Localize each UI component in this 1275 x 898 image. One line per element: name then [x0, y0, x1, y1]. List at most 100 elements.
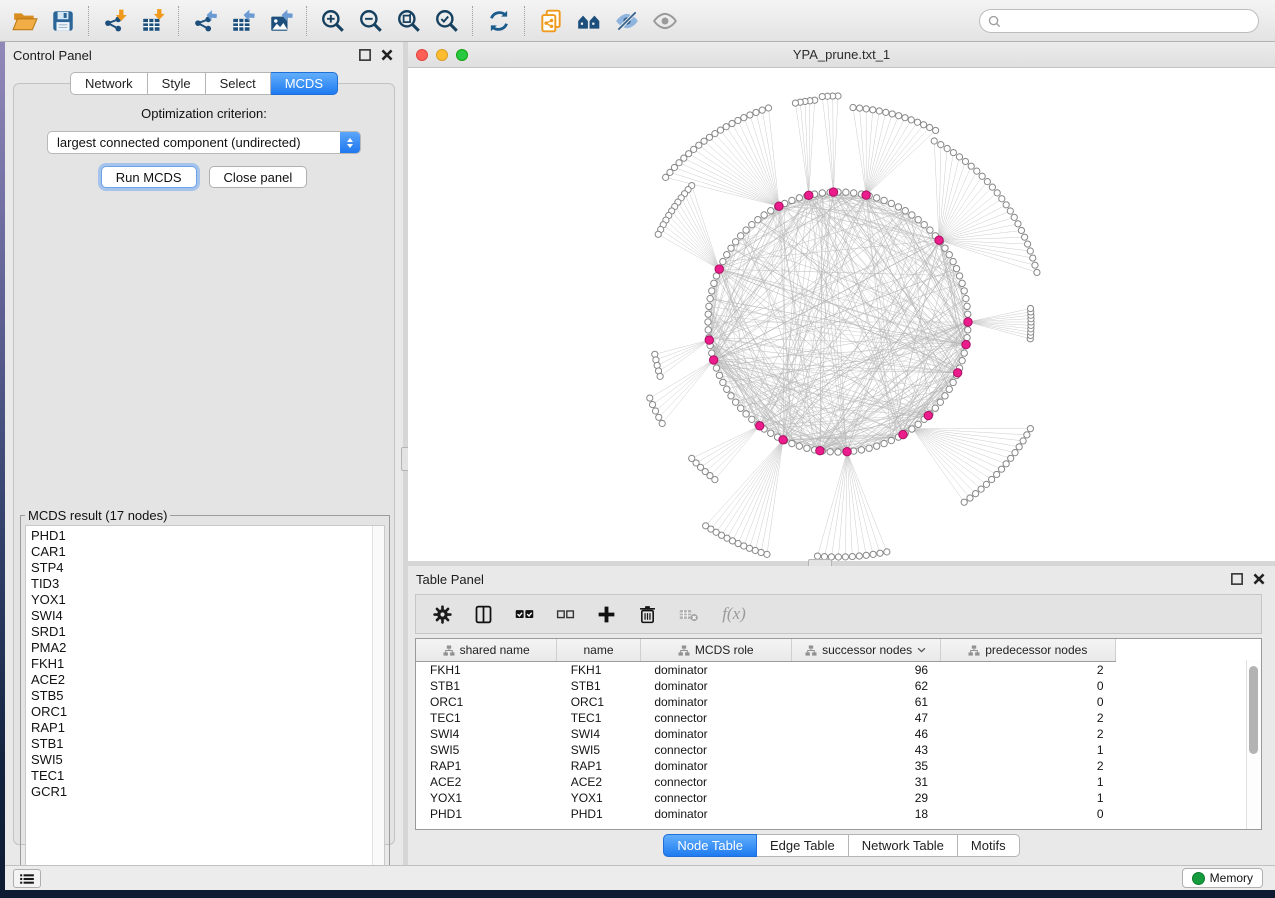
cell-predecessor-nodes[interactable]: 2 [940, 758, 1115, 774]
cell-name[interactable]: PHD1 [557, 806, 641, 822]
mcds-result-item[interactable]: SWI4 [31, 608, 384, 624]
run-mcds-button[interactable]: Run MCDS [101, 166, 197, 188]
table-scrollbar-thumb[interactable] [1249, 666, 1258, 754]
mcds-result-item[interactable]: SWI5 [31, 752, 384, 768]
cell-successor-nodes[interactable]: 96 [791, 662, 940, 679]
cell-name[interactable]: SWI5 [557, 742, 641, 758]
show-all-button[interactable] [646, 4, 684, 38]
minimize-window-icon[interactable] [436, 49, 448, 61]
network-graph[interactable] [408, 68, 1275, 561]
cell-MCDS-role[interactable]: connector [640, 774, 791, 790]
table-row[interactable]: SWI4SWI4dominator462 [416, 726, 1116, 742]
table-row[interactable]: ACE2ACE2connector311 [416, 774, 1116, 790]
zoom-fit-button[interactable] [390, 4, 428, 38]
zoom-window-icon[interactable] [456, 49, 468, 61]
tab-network-table[interactable]: Network Table [849, 834, 958, 857]
cell-successor-nodes[interactable]: 18 [791, 806, 940, 822]
cell-name[interactable]: RAP1 [557, 758, 641, 774]
cell-shared-name[interactable]: ACE2 [416, 774, 557, 790]
column-header-predecessor-nodes[interactable]: predecessor nodes [940, 639, 1115, 662]
cell-predecessor-nodes[interactable]: 1 [940, 774, 1115, 790]
mcds-result-item[interactable]: YOX1 [31, 592, 384, 608]
zoom-out-button[interactable] [352, 4, 390, 38]
tab-node-table[interactable]: Node Table [663, 834, 757, 857]
export-table-button[interactable] [224, 4, 262, 38]
cell-predecessor-nodes[interactable]: 0 [940, 806, 1115, 822]
cell-shared-name[interactable]: PHD1 [416, 806, 557, 822]
mcds-result-item[interactable]: PMA2 [31, 640, 384, 656]
mcds-result-item[interactable]: GCR1 [31, 784, 384, 800]
tab-style[interactable]: Style [148, 72, 206, 95]
mcds-result-item[interactable]: ORC1 [31, 704, 384, 720]
cell-predecessor-nodes[interactable]: 0 [940, 694, 1115, 710]
mcds-result-item[interactable]: PHD1 [31, 528, 384, 544]
mcds-result-item[interactable]: FKH1 [31, 656, 384, 672]
cell-name[interactable]: FKH1 [557, 662, 641, 679]
optimization-criterion-select[interactable]: largest connected component (undirected) [47, 131, 361, 154]
cell-name[interactable]: STB1 [557, 678, 641, 694]
result-list-scrollbar[interactable] [372, 526, 384, 876]
table-row[interactable]: STB1STB1dominator620 [416, 678, 1116, 694]
cell-predecessor-nodes[interactable]: 1 [940, 790, 1115, 806]
cell-successor-nodes[interactable]: 35 [791, 758, 940, 774]
search-input[interactable] [1006, 11, 1258, 31]
float-table-panel-icon[interactable] [1229, 571, 1245, 587]
delete-columns-button[interactable] [635, 602, 659, 626]
close-window-icon[interactable] [416, 49, 428, 61]
cell-shared-name[interactable]: SWI5 [416, 742, 557, 758]
export-network-button[interactable] [186, 4, 224, 38]
column-header-name[interactable]: name [557, 639, 641, 662]
cell-MCDS-role[interactable]: dominator [640, 806, 791, 822]
cell-name[interactable]: YOX1 [557, 790, 641, 806]
table-row[interactable]: FKH1FKH1dominator962 [416, 662, 1116, 679]
cell-predecessor-nodes[interactable]: 2 [940, 662, 1115, 679]
task-history-button[interactable] [13, 869, 41, 888]
network-canvas[interactable] [408, 68, 1275, 561]
memory-button[interactable]: Memory [1182, 868, 1263, 888]
close-table-panel-icon[interactable] [1251, 571, 1267, 587]
mcds-result-item[interactable]: STP4 [31, 560, 384, 576]
cell-successor-nodes[interactable]: 29 [791, 790, 940, 806]
cell-shared-name[interactable]: SWI4 [416, 726, 557, 742]
mcds-result-item[interactable]: SRD1 [31, 624, 384, 640]
refresh-view-button[interactable] [480, 4, 518, 38]
cell-successor-nodes[interactable]: 46 [791, 726, 940, 742]
cell-MCDS-role[interactable]: connector [640, 742, 791, 758]
mcds-result-item[interactable]: RAP1 [31, 720, 384, 736]
add-column-button[interactable] [594, 602, 618, 626]
close-panel-icon[interactable] [379, 47, 395, 63]
cell-successor-nodes[interactable]: 61 [791, 694, 940, 710]
zoom-in-button[interactable] [314, 4, 352, 38]
save-session-button[interactable] [44, 4, 82, 38]
tab-select[interactable]: Select [206, 72, 271, 95]
export-image-button[interactable] [262, 4, 300, 38]
cell-successor-nodes[interactable]: 47 [791, 710, 940, 726]
table-row[interactable]: TEC1TEC1connector472 [416, 710, 1116, 726]
cell-name[interactable]: SWI4 [557, 726, 641, 742]
deselect-all-rows-button[interactable] [553, 602, 577, 626]
table-row[interactable]: PHD1PHD1dominator180 [416, 806, 1116, 822]
tab-edge-table[interactable]: Edge Table [757, 834, 849, 857]
cell-successor-nodes[interactable]: 62 [791, 678, 940, 694]
column-header-successor-nodes[interactable]: successor nodes [791, 639, 940, 662]
mcds-result-item[interactable]: STB5 [31, 688, 384, 704]
import-network-button[interactable] [96, 4, 134, 38]
cell-shared-name[interactable]: YOX1 [416, 790, 557, 806]
table-row[interactable]: ORC1ORC1dominator610 [416, 694, 1116, 710]
mcds-result-item[interactable]: TEC1 [31, 768, 384, 784]
cell-MCDS-role[interactable]: dominator [640, 678, 791, 694]
import-table-button[interactable] [134, 4, 172, 38]
cell-successor-nodes[interactable]: 43 [791, 742, 940, 758]
first-neighbors-button[interactable] [570, 4, 608, 38]
column-header-shared-name[interactable]: shared name [416, 639, 557, 662]
cell-predecessor-nodes[interactable]: 2 [940, 710, 1115, 726]
table-row[interactable]: RAP1RAP1dominator352 [416, 758, 1116, 774]
cell-predecessor-nodes[interactable]: 1 [940, 742, 1115, 758]
mcds-result-item[interactable]: CAR1 [31, 544, 384, 560]
cell-MCDS-role[interactable]: connector [640, 790, 791, 806]
zoom-selected-button[interactable] [428, 4, 466, 38]
cell-shared-name[interactable]: STB1 [416, 678, 557, 694]
cell-MCDS-role[interactable]: dominator [640, 758, 791, 774]
table-scrollbar[interactable] [1246, 660, 1261, 829]
cell-name[interactable]: ACE2 [557, 774, 641, 790]
